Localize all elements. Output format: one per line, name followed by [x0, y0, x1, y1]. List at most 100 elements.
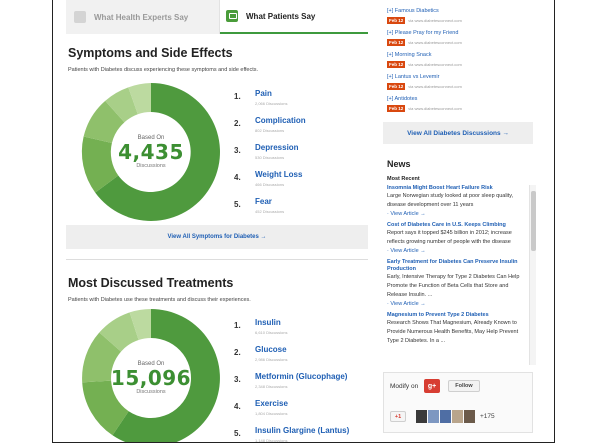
- news-scrollbar[interactable]: [529, 185, 536, 365]
- discussion-count: 802 Discussions: [255, 128, 285, 133]
- news-headline-link[interactable]: Cost of Diabetes Care in U.S. Keeps Clim…: [387, 222, 525, 229]
- news-item: Early Treatment for Diabetes Can Preserv…: [387, 259, 525, 308]
- view-article-link[interactable]: · View Article →: [387, 247, 525, 255]
- discussion-count: 452 Discussions: [255, 209, 285, 214]
- avatar[interactable]: [440, 410, 451, 423]
- news-item: Magnesium to Prevent Type 2 Diabetes Res…: [387, 312, 525, 346]
- google-plus-icon[interactable]: g+: [424, 379, 440, 393]
- discussion-list: [+] Famous Diabetics Feb 12 via www.diab…: [387, 8, 547, 118]
- news-item: Cost of Diabetes Care in U.S. Keeps Clim…: [387, 222, 525, 255]
- list-item[interactable]: [+] Antidotes Feb 12 via www.diabetescon…: [387, 96, 547, 118]
- list-item[interactable]: [+] Morning Snack Feb 12 via www.diabete…: [387, 52, 547, 74]
- list-item[interactable]: 4. Exercise 1,804 Discussions: [234, 397, 364, 424]
- source-text: via www.diabetesconnect.com: [408, 40, 462, 45]
- date-badge: Feb 12: [387, 105, 406, 112]
- discussion-count: 530 Discussions: [255, 155, 285, 160]
- list-item[interactable]: 4. Weight Loss 466 Discussions: [234, 168, 364, 195]
- treatment-link[interactable]: Glucose: [255, 345, 287, 354]
- list-item[interactable]: 2. Complication 802 Discussions: [234, 114, 364, 141]
- source-text: via www.diabetesconnect.com: [408, 84, 462, 89]
- avatar[interactable]: [428, 410, 439, 423]
- news-title: News: [387, 159, 411, 169]
- symptom-link[interactable]: Weight Loss: [255, 170, 302, 179]
- discussion-link[interactable]: [+] Please Pray for my Friend: [387, 30, 458, 36]
- page-frame: What Health Experts Say What Patients Sa…: [52, 0, 555, 443]
- list-item[interactable]: 5. Insulin Glargine (Lantus) 1,148 Discu…: [234, 424, 364, 443]
- rank-number: 1.: [234, 321, 241, 330]
- news-list: Insomnia Might Boost Heart Failure Risk …: [387, 185, 537, 365]
- avatar[interactable]: [464, 410, 475, 423]
- rank-number: 3.: [234, 375, 241, 384]
- plus-count: +175: [480, 413, 495, 420]
- tab-patients-label: What Patients Say: [246, 11, 316, 21]
- discussion-link[interactable]: [+] Morning Snack: [387, 52, 431, 58]
- list-item[interactable]: 1. Pain 2,066 Discussions: [234, 87, 364, 114]
- follow-button[interactable]: Follow: [448, 380, 480, 392]
- symptoms-discussions-label: Discussions: [136, 163, 166, 169]
- source-text: via www.diabetesconnect.com: [408, 18, 462, 23]
- avatar[interactable]: [416, 410, 427, 423]
- discussion-link[interactable]: [+] Antidotes: [387, 96, 417, 102]
- view-all-symptoms-button[interactable]: View All Symptoms for Diabetes →: [66, 225, 368, 249]
- plus-one-button[interactable]: +1: [390, 411, 406, 422]
- date-badge: Feb 12: [387, 61, 406, 68]
- news-body: Early, Intensive Therapy for Type 2 Diab…: [387, 274, 520, 298]
- rank-number: 4.: [234, 402, 241, 411]
- news-headline-link[interactable]: Insomnia Might Boost Heart Failure Risk: [387, 185, 525, 192]
- news-item: Insomnia Might Boost Heart Failure Risk …: [387, 185, 525, 218]
- treatment-link[interactable]: Exercise: [255, 399, 288, 408]
- rank-number: 3.: [234, 146, 241, 155]
- discussion-count: 1,148 Discussions: [255, 438, 288, 443]
- treatment-link[interactable]: Metformin (Glucophage): [255, 372, 347, 381]
- treatments-title: Most Discussed Treatments: [68, 276, 234, 290]
- discussion-link[interactable]: [+] Famous Diabetics: [387, 8, 439, 14]
- discussion-count: 6,610 Discussions: [255, 330, 288, 335]
- discussion-meta: Feb 12 via www.diabetesconnect.com: [387, 105, 462, 112]
- list-item[interactable]: [+] Please Pray for my Friend Feb 12 via…: [387, 30, 547, 52]
- speech-bubble-icon: [226, 10, 238, 22]
- rank-number: 4.: [234, 173, 241, 182]
- rank-number: 5.: [234, 429, 241, 438]
- list-item[interactable]: 3. Depression 530 Discussions: [234, 141, 364, 168]
- scrollbar-thumb[interactable]: [531, 191, 536, 251]
- symptom-link[interactable]: Complication: [255, 116, 306, 125]
- symptom-link[interactable]: Fear: [255, 197, 272, 206]
- list-item[interactable]: 3. Metformin (Glucophage) 2,348 Discussi…: [234, 370, 364, 397]
- tab-health-experts[interactable]: What Health Experts Say: [66, 0, 220, 34]
- list-item[interactable]: [+] Lantus vs Levemir Feb 12 via www.dia…: [387, 74, 547, 96]
- rank-number: 5.: [234, 200, 241, 209]
- tab-bar: What Health Experts Say What Patients Sa…: [66, 0, 368, 34]
- discussion-link[interactable]: [+] Lantus vs Levemir: [387, 74, 439, 80]
- discussion-count: 2,348 Discussions: [255, 384, 288, 389]
- discussion-meta: Feb 12 via www.diabetesconnect.com: [387, 83, 462, 90]
- source-text: via www.diabetesconnect.com: [408, 62, 462, 67]
- symptoms-total: 4,435: [118, 140, 184, 164]
- news-headline-link[interactable]: Magnesium to Prevent Type 2 Diabetes: [387, 312, 525, 319]
- view-all-discussions-button[interactable]: View All Diabetes Discussions →: [383, 122, 533, 144]
- avatar[interactable]: [452, 410, 463, 423]
- symptom-link[interactable]: Pain: [255, 89, 272, 98]
- symptom-link[interactable]: Depression: [255, 143, 299, 152]
- treatment-link[interactable]: Insulin: [255, 318, 281, 327]
- date-badge: Feb 12: [387, 83, 406, 90]
- sidebar: [+] Famous Diabetics Feb 12 via www.diab…: [383, 0, 548, 442]
- tab-patients[interactable]: What Patients Say: [220, 0, 368, 34]
- list-item[interactable]: 1. Insulin 6,610 Discussions: [234, 316, 364, 343]
- rank-number: 1.: [234, 92, 241, 101]
- rank-number: 2.: [234, 119, 241, 128]
- tab-health-experts-label: What Health Experts Say: [94, 12, 189, 22]
- symptoms-title: Symptoms and Side Effects: [68, 46, 233, 60]
- news-body: Research Shows That Magnesium, Already K…: [387, 320, 519, 344]
- list-item[interactable]: 5. Fear 452 Discussions: [234, 195, 364, 222]
- treatment-link[interactable]: Insulin Glargine (Lantus): [255, 426, 349, 435]
- list-item[interactable]: 2. Glucose 2,986 Discussions: [234, 343, 364, 370]
- discussion-meta: Feb 12 via www.diabetesconnect.com: [387, 39, 462, 46]
- symptoms-donut-chart: Based On 4,435 Discussions: [76, 77, 226, 227]
- main-column: What Health Experts Say What Patients Sa…: [66, 0, 368, 443]
- view-article-link[interactable]: · View Article →: [387, 300, 525, 308]
- news-headline-link[interactable]: Early Treatment for Diabetes Can Preserv…: [387, 259, 525, 273]
- symptoms-list: 1. Pain 2,066 Discussions 2. Complicatio…: [234, 87, 364, 222]
- discussion-meta: Feb 12 via www.diabetesconnect.com: [387, 17, 462, 24]
- list-item[interactable]: [+] Famous Diabetics Feb 12 via www.diab…: [387, 8, 547, 30]
- view-article-link[interactable]: · View Article →: [387, 210, 525, 218]
